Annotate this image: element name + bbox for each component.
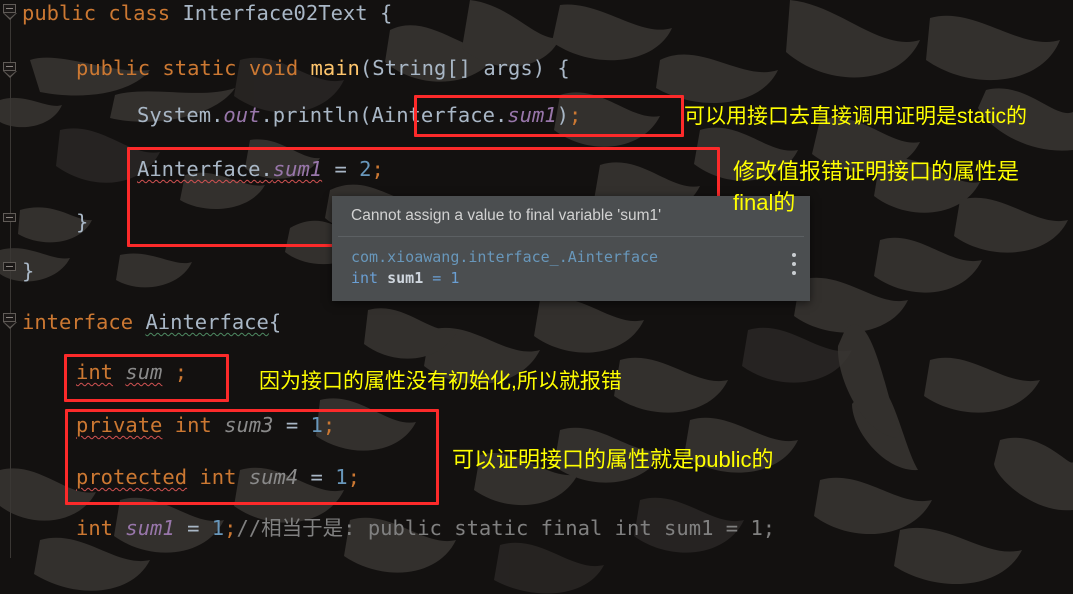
code-line-1[interactable]: public class Interface02Text { [22, 0, 392, 30]
code-token: void [248, 56, 299, 80]
code-token: { [557, 56, 570, 80]
code-token: ; [224, 516, 237, 540]
code-line-4[interactable]: Ainterface.sum1 = 2; [137, 153, 384, 186]
code-token: protected [76, 465, 188, 489]
code-line-5[interactable]: } [76, 206, 88, 239]
code-token: ; [347, 465, 360, 489]
code-token: . [211, 103, 224, 127]
code-token: 1 [211, 516, 225, 540]
more-vertical-icon[interactable] [792, 253, 796, 280]
code-token: int [174, 413, 212, 437]
code-token: System [137, 103, 212, 127]
annotation-final-proof-line1: 修改值报错证明接口的属性是 [733, 159, 1020, 184]
tooltip-decl-rest: = 1 [432, 269, 460, 287]
code-token: ; [569, 103, 582, 127]
code-token: public [22, 1, 97, 25]
code-token: { [379, 1, 393, 25]
code-token: ; [322, 413, 336, 437]
code-token: { [268, 310, 282, 334]
code-line-8[interactable]: int sum ; [76, 356, 187, 389]
code-token: ( [359, 56, 373, 80]
code-line-3[interactable]: System.out.println(Ainterface.sum1); [137, 99, 581, 132]
code-token: sum4 [248, 465, 299, 489]
code-token: String [372, 56, 447, 80]
annotation-final-proof-line2: final的 [733, 190, 796, 215]
code-token: ( [359, 103, 372, 127]
code-token: . [494, 103, 508, 127]
tooltip-declaration: com.xioawang.interface_.Ainterface int s… [332, 237, 810, 301]
code-token: public [76, 56, 151, 80]
code-token: args [483, 56, 533, 80]
code-token: Ainterface [145, 310, 269, 334]
code-token: Ainterface [137, 157, 261, 181]
code-token: interface [22, 310, 134, 334]
tooltip-decl-name: sum1 [387, 269, 424, 287]
code-token: ; [371, 157, 384, 181]
code-token: = [322, 157, 360, 181]
code-token: static [162, 56, 237, 80]
code-token: println [272, 103, 360, 127]
code-token: out [223, 103, 261, 127]
code-token: 1 [335, 465, 348, 489]
code-line-6[interactable]: } [22, 255, 34, 288]
code-token: 2 [359, 157, 372, 181]
annotation-uninitialized: 因为接口的属性没有初始化,所以就报错 [259, 370, 622, 393]
code-token: int [76, 516, 114, 540]
code-token: sum3 [224, 413, 274, 437]
code-token: ; [174, 360, 188, 384]
code-token: = [174, 516, 212, 540]
code-line-2[interactable]: public static void main(String[] args) { [76, 52, 570, 85]
code-token: int [199, 465, 237, 489]
code-token: } [22, 259, 35, 283]
code-token: sum1 [507, 103, 557, 127]
code-token: = [273, 413, 311, 437]
code-token: . [260, 157, 273, 181]
code-token: Ainterface [371, 103, 495, 127]
code-token: sum1 [125, 516, 175, 540]
code-token: int [76, 360, 114, 384]
code-token: Interface02Text [182, 1, 368, 25]
annotation-static-proof: 可以用接口去直接调用证明是static的 [684, 105, 1028, 128]
code-token: 1 [310, 413, 323, 437]
code-token: [] [446, 56, 484, 80]
tooltip-field-declaration: int sum1 = 1 [351, 268, 794, 289]
code-token: . [260, 103, 273, 127]
code-line-11[interactable]: int sum1 = 1;//相当于是: public static final… [76, 512, 775, 545]
code-token: ) [532, 56, 558, 80]
code-line-9[interactable]: private int sum3 = 1; [76, 409, 335, 442]
code-token: } [76, 210, 89, 234]
code-token: //相当于是: public static final int sum1 = 1… [236, 516, 776, 540]
code-line-7[interactable]: interface Ainterface{ [22, 306, 281, 339]
code-token: main [310, 56, 360, 80]
code-token: class [108, 1, 171, 25]
code-editor[interactable]: public class Interface02Text { public st… [0, 0, 1073, 594]
tooltip-fully-qualified-name: com.xioawang.interface_.Ainterface [351, 248, 659, 266]
annotation-public-proof: 可以证明接口的属性就是public的 [452, 447, 774, 472]
code-line-10[interactable]: protected int sum4 = 1; [76, 461, 360, 494]
tooltip-decl-keyword: int [351, 269, 379, 287]
code-token: sum [125, 360, 163, 384]
code-token: ) [556, 103, 570, 127]
code-token: = [298, 465, 336, 489]
code-token: sum1 [272, 157, 323, 181]
code-token: private [76, 413, 163, 437]
